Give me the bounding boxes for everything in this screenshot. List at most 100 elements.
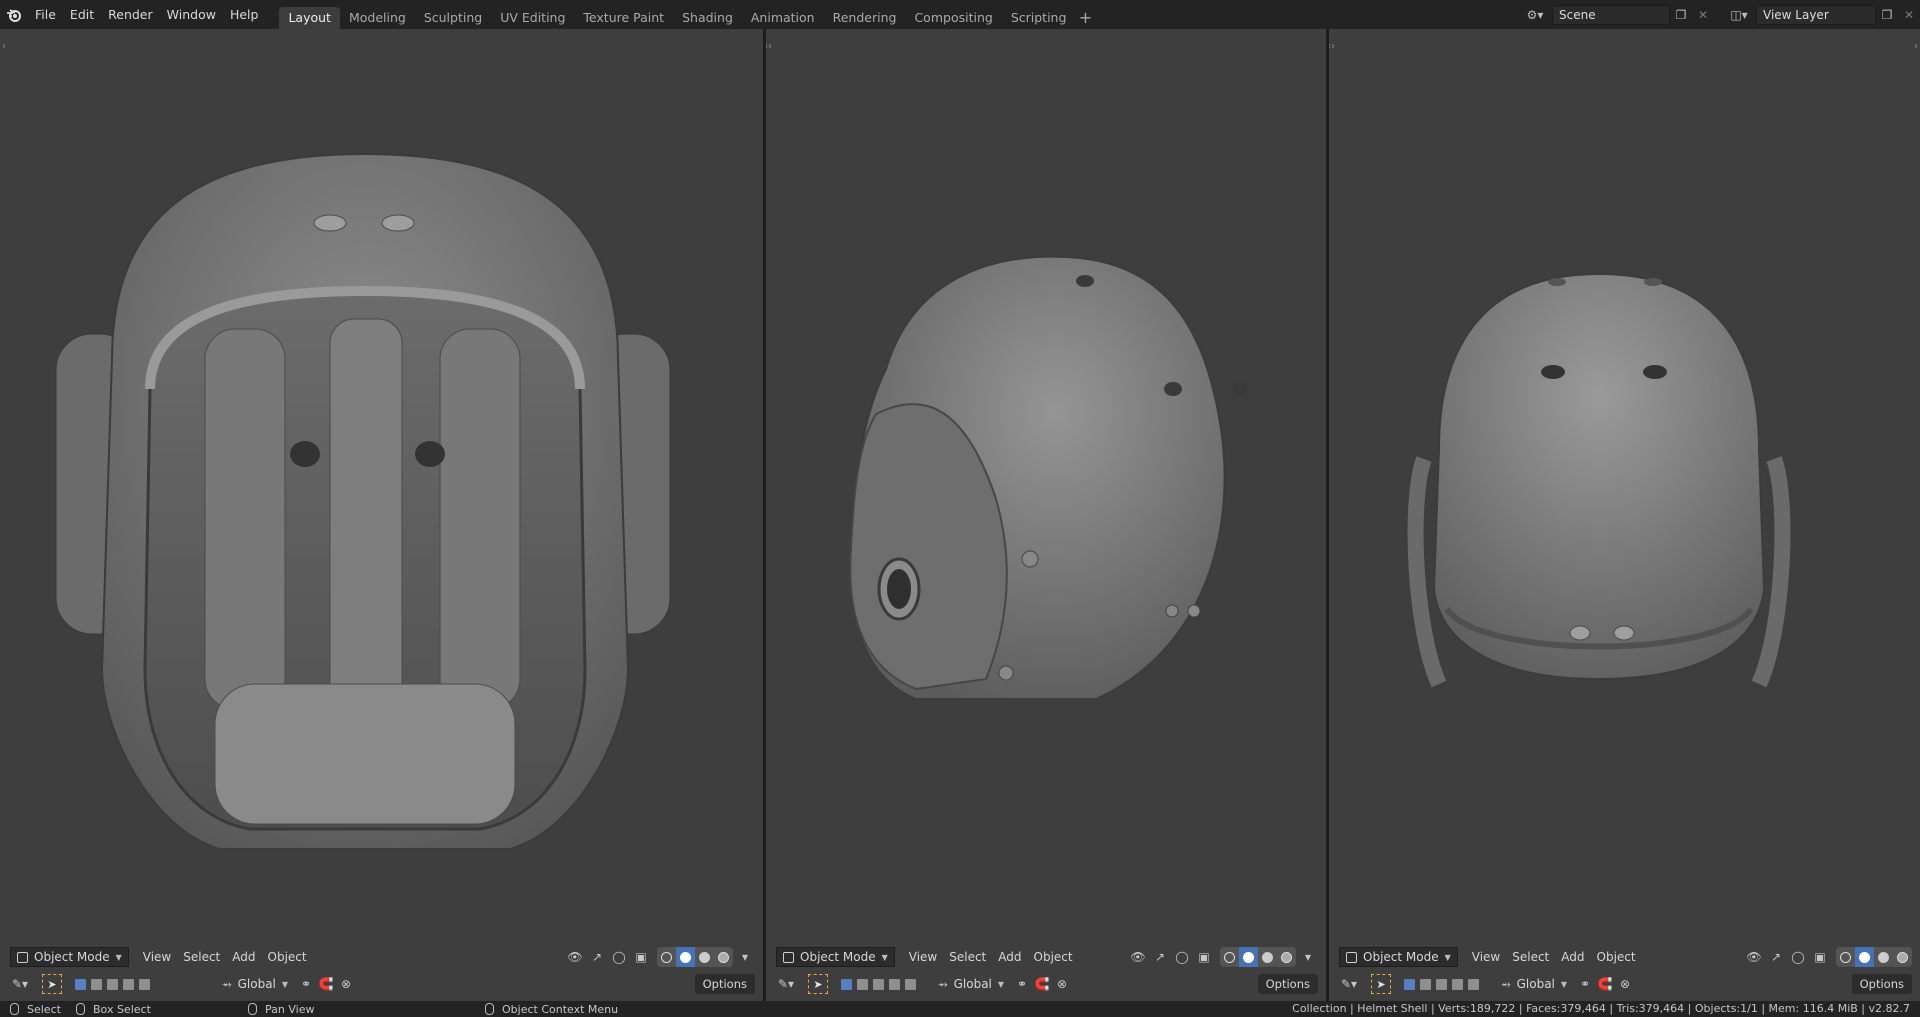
xray-icon[interactable]: ▣ — [1194, 947, 1214, 967]
object-menu[interactable]: Object — [262, 947, 313, 967]
transform-orientation-dropdown[interactable]: ⥇ Global ▼ — [938, 977, 1004, 992]
tab-scripting[interactable]: Scripting — [1002, 7, 1076, 29]
gizmo-icon[interactable]: ↗ — [1766, 947, 1786, 967]
helmet-front-model[interactable] — [0, 29, 763, 1001]
material-shading-icon[interactable] — [1258, 947, 1277, 967]
helmet-back-model[interactable] — [1329, 29, 1920, 1001]
view-layer-browse-icon[interactable]: ◫▾ — [1722, 5, 1756, 25]
menu-help[interactable]: Help — [223, 0, 266, 29]
intersect-selection-icon[interactable] — [902, 975, 918, 993]
transform-orientation-dropdown[interactable]: ⥇ Global ▼ — [222, 977, 288, 992]
tab-compositing[interactable]: Compositing — [905, 7, 1001, 29]
material-shading-icon[interactable] — [695, 947, 714, 967]
material-shading-icon[interactable] — [1874, 947, 1893, 967]
tab-uv-editing[interactable]: UV Editing — [491, 7, 574, 29]
new-view-layer-icon[interactable]: ❐ — [1876, 5, 1898, 25]
overlays-icon[interactable]: ◯ — [609, 947, 629, 967]
tab-layout[interactable]: Layout — [279, 7, 340, 29]
snap-icon[interactable]: 🧲 — [1032, 974, 1052, 994]
rendered-shading-icon[interactable] — [1277, 947, 1296, 967]
close-scene-icon[interactable]: ✕ — [1692, 5, 1714, 25]
set-selection-icon[interactable] — [72, 975, 88, 993]
set-selection-icon[interactable] — [838, 975, 854, 993]
pivot-icon[interactable]: ⚭ — [1012, 974, 1032, 994]
tab-animation[interactable]: Animation — [742, 7, 824, 29]
rendered-shading-icon[interactable] — [1893, 947, 1912, 967]
menu-render[interactable]: Render — [101, 0, 160, 29]
view-layer-field[interactable]: View Layer — [1756, 4, 1876, 25]
add-menu[interactable]: Add — [226, 947, 261, 967]
tool-settings-icon[interactable]: ✎▾ — [1339, 974, 1359, 994]
shading-dropdown-icon[interactable]: ▾ — [1298, 947, 1318, 967]
add-workspace-button[interactable]: + — [1075, 8, 1095, 27]
extend-selection-icon[interactable] — [1417, 975, 1433, 993]
extend-selection-icon[interactable] — [88, 975, 104, 993]
options-button[interactable]: Options — [1851, 974, 1912, 994]
select-tool-icon[interactable]: ➤ — [1371, 974, 1391, 994]
view-menu[interactable]: View — [1466, 947, 1506, 967]
subtract-selection-icon[interactable] — [104, 975, 120, 993]
viewport-front[interactable]: › Object Mode ▼ View Select Add Object 👁… — [0, 29, 763, 1001]
view-menu[interactable]: View — [903, 947, 943, 967]
invert-selection-icon[interactable] — [886, 975, 902, 993]
solid-shading-icon[interactable] — [1239, 947, 1258, 967]
tab-rendering[interactable]: Rendering — [824, 7, 906, 29]
pivot-icon[interactable]: ⚭ — [1575, 974, 1595, 994]
wireframe-shading-icon[interactable] — [1220, 947, 1239, 967]
viewport-back[interactable]: ‹› ‹ Object Mode▼ View Select Add Object… — [1329, 29, 1920, 1001]
menu-file[interactable]: File — [28, 0, 63, 29]
tab-sculpting[interactable]: Sculpting — [415, 7, 491, 29]
add-menu[interactable]: Add — [1555, 947, 1590, 967]
xray-icon[interactable]: ▣ — [1810, 947, 1830, 967]
visibility-icon[interactable]: 👁 — [565, 947, 585, 967]
scene-browse-icon[interactable]: ⚙▾ — [1518, 5, 1552, 25]
close-view-layer-icon[interactable]: ✕ — [1898, 5, 1920, 25]
proportional-edit-icon[interactable]: ⊗ — [1052, 974, 1072, 994]
new-scene-icon[interactable]: ❐ — [1670, 5, 1692, 25]
select-menu[interactable]: Select — [177, 947, 226, 967]
snap-icon[interactable]: 🧲 — [316, 974, 336, 994]
tool-settings-icon[interactable]: ✎▾ — [10, 974, 30, 994]
shading-dropdown-icon[interactable]: ▾ — [735, 947, 755, 967]
pivot-icon[interactable]: ⚭ — [296, 974, 316, 994]
select-tool-icon[interactable]: ➤ — [42, 974, 62, 994]
object-menu[interactable]: Object — [1591, 947, 1642, 967]
proportional-edit-icon[interactable]: ⊗ — [1615, 974, 1635, 994]
extend-selection-icon[interactable] — [854, 975, 870, 993]
viewport-side[interactable]: ‹› Object Mode▼ View Select Add Object 👁… — [766, 29, 1326, 1001]
visibility-icon[interactable]: 👁 — [1128, 947, 1148, 967]
helmet-side-model[interactable] — [766, 29, 1326, 1001]
subtract-selection-icon[interactable] — [870, 975, 886, 993]
select-menu[interactable]: Select — [1506, 947, 1555, 967]
rendered-shading-icon[interactable] — [714, 947, 733, 967]
options-button[interactable]: Options — [1257, 974, 1318, 994]
object-menu[interactable]: Object — [1028, 947, 1079, 967]
invert-selection-icon[interactable] — [120, 975, 136, 993]
gizmo-icon[interactable]: ↗ — [1150, 947, 1170, 967]
tool-settings-icon[interactable]: ✎▾ — [776, 974, 796, 994]
select-tool-icon[interactable]: ➤ — [808, 974, 828, 994]
intersect-selection-icon[interactable] — [136, 975, 152, 993]
xray-icon[interactable]: ▣ — [631, 947, 651, 967]
add-menu[interactable]: Add — [992, 947, 1027, 967]
menu-window[interactable]: Window — [160, 0, 223, 29]
set-selection-icon[interactable] — [1401, 975, 1417, 993]
snap-icon[interactable]: 🧲 — [1595, 974, 1615, 994]
blender-logo-icon[interactable] — [0, 0, 28, 29]
visibility-icon[interactable]: 👁 — [1744, 947, 1764, 967]
object-mode-dropdown[interactable]: Object Mode ▼ — [1339, 947, 1458, 967]
select-menu[interactable]: Select — [943, 947, 992, 967]
transform-orientation-dropdown[interactable]: ⥇ Global ▼ — [1501, 977, 1567, 992]
object-mode-dropdown[interactable]: Object Mode ▼ — [10, 947, 129, 967]
overlays-icon[interactable]: ◯ — [1788, 947, 1808, 967]
wireframe-shading-icon[interactable] — [1836, 947, 1855, 967]
invert-selection-icon[interactable] — [1449, 975, 1465, 993]
options-button[interactable]: Options — [694, 974, 755, 994]
solid-shading-icon[interactable] — [676, 947, 695, 967]
subtract-selection-icon[interactable] — [1433, 975, 1449, 993]
overlays-icon[interactable]: ◯ — [1172, 947, 1192, 967]
menu-edit[interactable]: Edit — [63, 0, 101, 29]
wireframe-shading-icon[interactable] — [657, 947, 676, 967]
tab-texture-paint[interactable]: Texture Paint — [574, 7, 673, 29]
gizmo-icon[interactable]: ↗ — [587, 947, 607, 967]
